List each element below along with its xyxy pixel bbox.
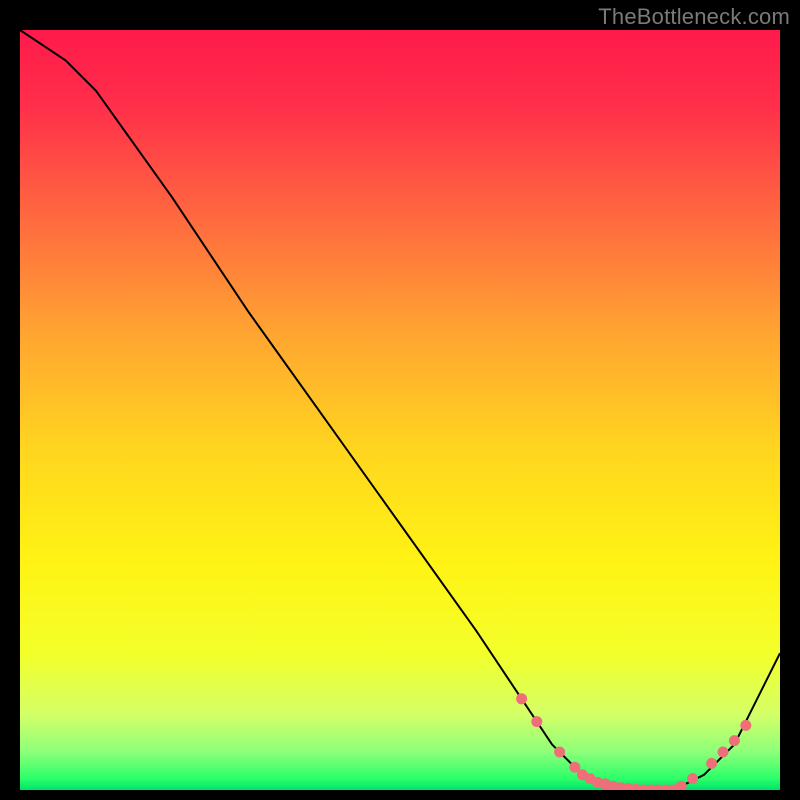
highlight-dot: [554, 747, 565, 758]
chart-container: TheBottleneck.com: [0, 0, 800, 800]
bottleneck-chart: [20, 30, 780, 790]
attribution-label: TheBottleneck.com: [598, 4, 790, 30]
highlight-dot: [706, 758, 717, 769]
highlight-dot: [718, 747, 729, 758]
highlight-dot: [729, 735, 740, 746]
highlight-dot: [516, 693, 527, 704]
highlight-dot: [687, 773, 698, 784]
highlight-dot: [531, 716, 542, 727]
highlight-dot: [740, 720, 751, 731]
